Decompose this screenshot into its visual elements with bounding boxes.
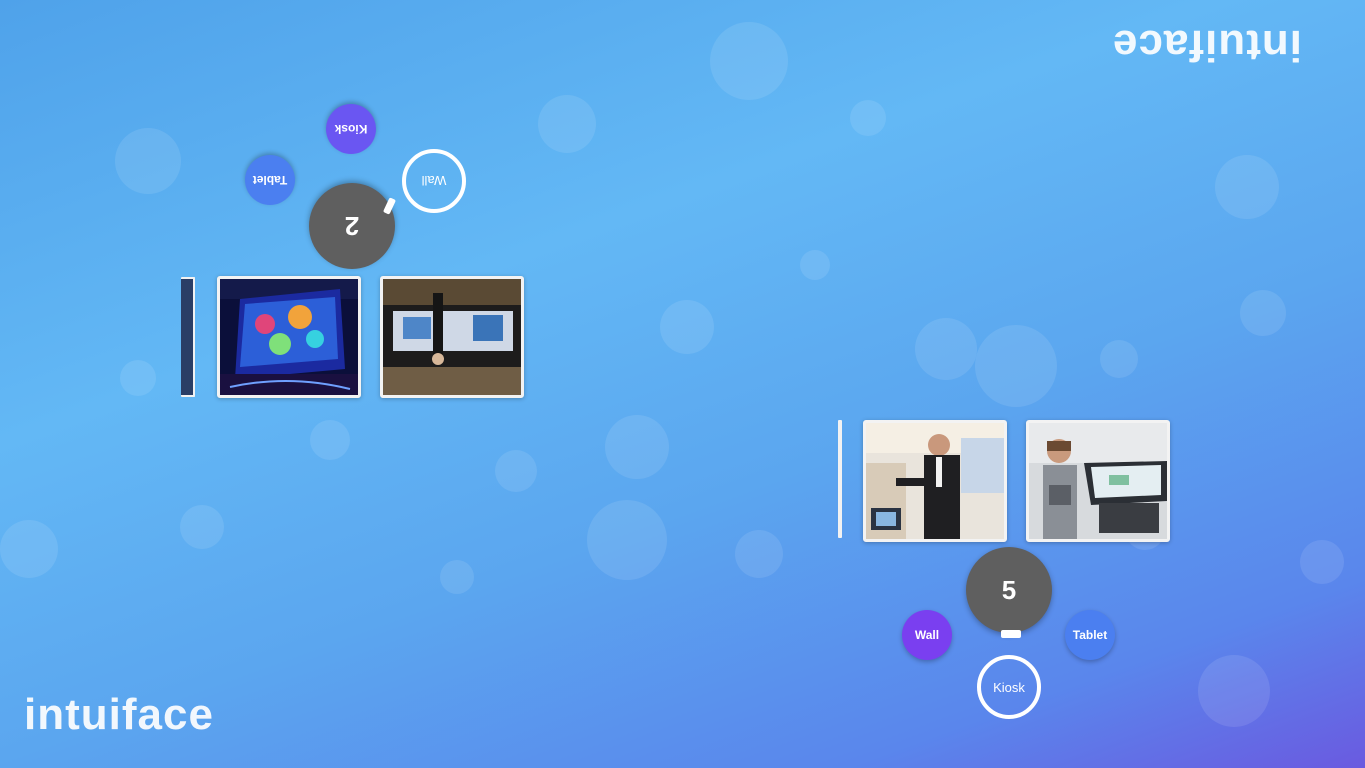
- logo-text: intuiface: [24, 690, 214, 739]
- thumbnail-video-wall[interactable]: [217, 276, 361, 398]
- display-wall-image: [383, 279, 521, 395]
- bottom-filter-tablet[interactable]: Tablet: [1065, 610, 1115, 660]
- top-filter-wall-label: Wall: [421, 173, 447, 189]
- top-filter-tablet-label: Tablet: [252, 173, 288, 187]
- kiosk-man-image: [866, 423, 1004, 539]
- top-filter-wall[interactable]: Wall: [402, 149, 466, 213]
- top-count: 2: [344, 211, 360, 242]
- thumbnail-kiosk-man[interactable]: [863, 420, 1007, 542]
- bottom-filter-wall-label: Wall: [914, 628, 940, 642]
- logo-text: intuiface: [1112, 21, 1302, 70]
- top-filter-kiosk[interactable]: Kiosk: [326, 104, 376, 154]
- carousel-edge-bar: [838, 420, 842, 538]
- bottom-filter-tablet-label: Tablet: [1072, 628, 1108, 642]
- thumbnail-touch-table-woman[interactable]: [1026, 420, 1170, 542]
- thumbnail-partial[interactable]: [181, 277, 195, 397]
- brand-logo-bottom-left: intuiface: [24, 690, 214, 740]
- top-count-hub[interactable]: 2: [309, 183, 395, 269]
- top-filter-tablet[interactable]: Tablet: [245, 155, 295, 205]
- touch-table-woman-image: [1029, 423, 1167, 539]
- bottom-selector-tick: [1001, 630, 1021, 638]
- brand-logo-top-right: intuiface: [1112, 20, 1302, 70]
- thumbnail-display-wall[interactable]: [380, 276, 524, 398]
- bottom-filter-kiosk[interactable]: Kiosk: [977, 655, 1041, 719]
- top-filter-kiosk-label: Kiosk: [334, 122, 368, 136]
- video-wall-image: [220, 279, 358, 395]
- bottom-count: 5: [1001, 574, 1017, 605]
- bottom-filter-kiosk-label: Kiosk: [993, 679, 1025, 695]
- bottom-count-hub[interactable]: 5: [966, 547, 1052, 633]
- bottom-filter-wall[interactable]: Wall: [902, 610, 952, 660]
